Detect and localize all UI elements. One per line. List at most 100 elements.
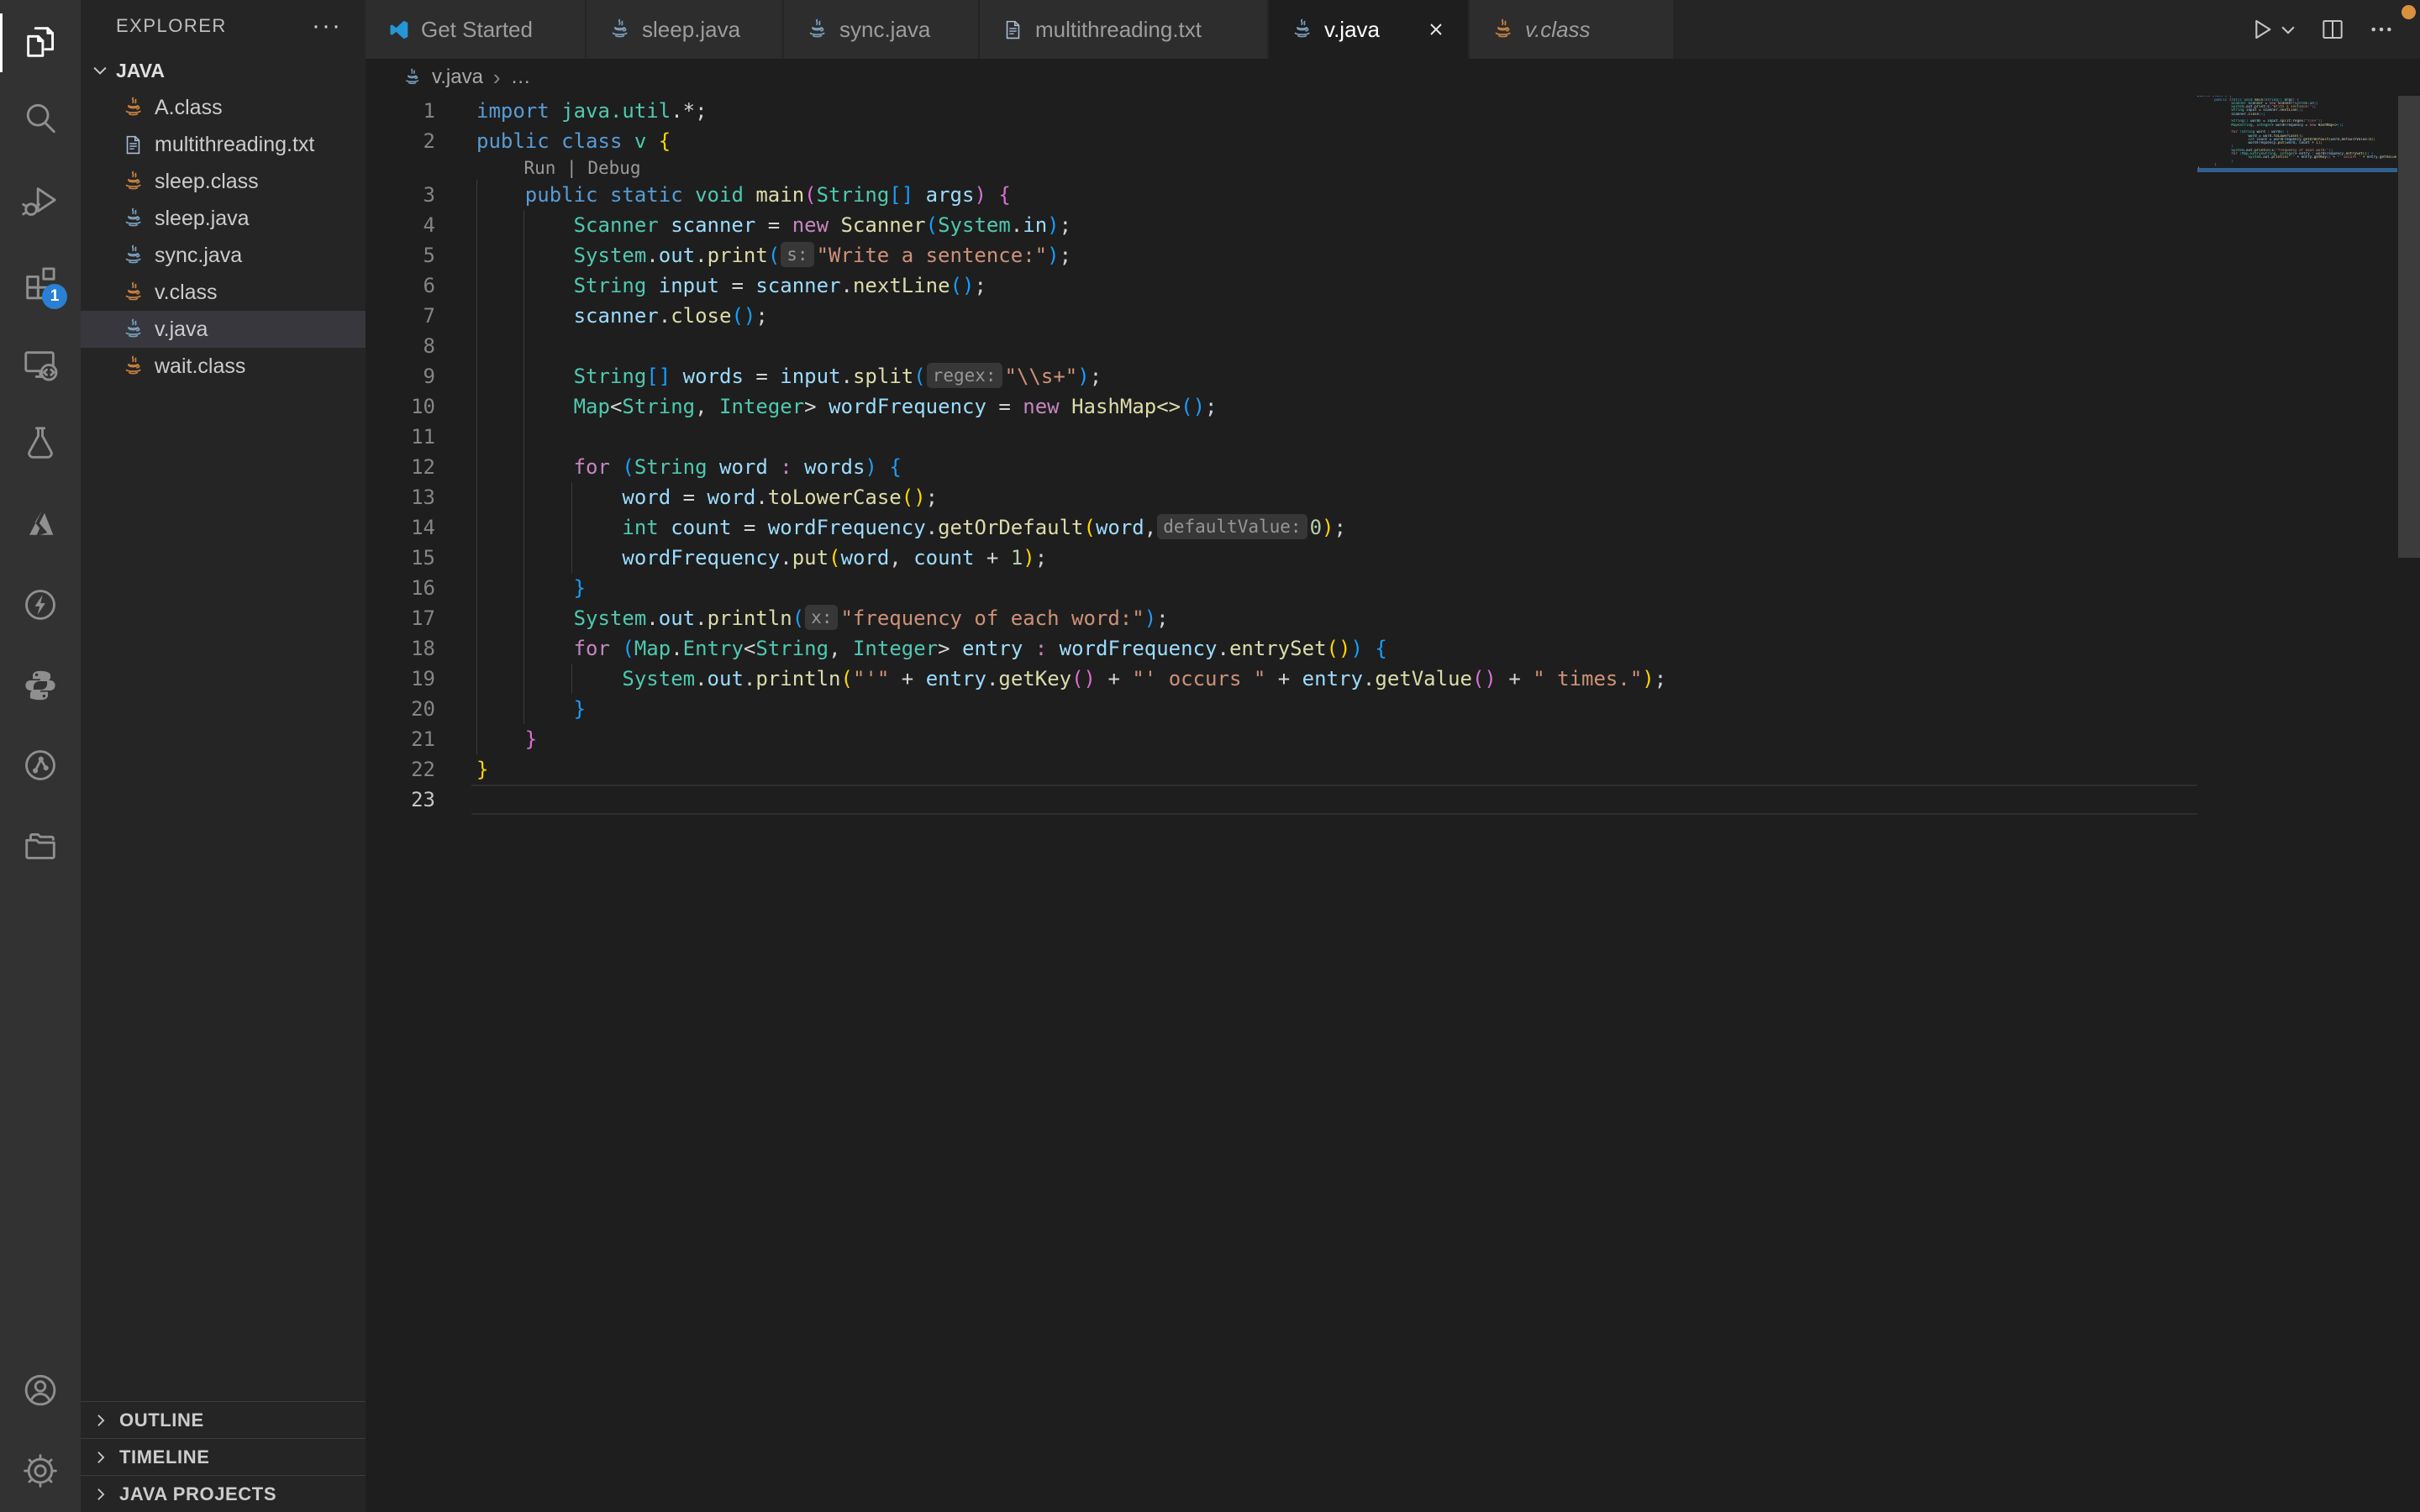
panel-java-projects[interactable]: JAVA PROJECTS	[81, 1475, 366, 1512]
code-line-16[interactable]: }	[366, 573, 2197, 603]
code-editor[interactable]: import java.util.*;1public class v {2 pu…	[366, 96, 2420, 1512]
vscode-logo-icon	[387, 18, 410, 41]
code-line-12[interactable]: for (String word : words) {	[366, 452, 2197, 482]
code-token: (	[926, 213, 938, 237]
code-token: java.util	[561, 99, 671, 123]
code-line-6[interactable]: String input = scanner.nextLine();	[366, 270, 2197, 301]
code-line-15[interactable]: wordFrequency.put(word, count + 1);	[366, 543, 2197, 573]
activity-azure[interactable]	[0, 486, 81, 560]
code-token: System	[574, 244, 647, 267]
code-token: +	[1096, 667, 1132, 690]
code-token: entry	[1302, 667, 1363, 690]
activity-accounts[interactable]	[0, 1353, 81, 1427]
code-line-22[interactable]: }	[366, 754, 2197, 785]
activity-manage[interactable]	[0, 1434, 81, 1508]
code-token: word	[708, 486, 756, 509]
code-token: .	[755, 486, 767, 509]
split-editor-icon[interactable]	[2319, 16, 2346, 43]
activity-explorer[interactable]	[0, 5, 81, 79]
code-token: entrySet	[1229, 637, 1327, 660]
code-line-11[interactable]	[366, 422, 2197, 452]
more-actions-icon[interactable]: ···	[312, 18, 342, 34]
code-line-17[interactable]: System.out.println(x:"frequency of each …	[366, 603, 2197, 633]
activity-testing[interactable]	[0, 406, 81, 480]
code-line-2[interactable]: public class v {	[366, 126, 2197, 156]
code-token: }	[525, 727, 537, 751]
code-line-19[interactable]: System.out.println("'" + entry.getKey() …	[366, 664, 2197, 694]
code-token: +	[1265, 667, 1302, 690]
code-line-20[interactable]: }	[366, 694, 2197, 724]
recording-indicator-dot	[2402, 5, 2416, 19]
codelens-run-debug[interactable]: Run | Debug	[523, 156, 640, 180]
code-token: }	[476, 758, 488, 781]
tab-sleep.java[interactable]: sleep.java	[587, 0, 784, 59]
file-item-sleep.java[interactable]: sleep.java	[81, 200, 366, 237]
file-item-sync.java[interactable]: sync.java	[81, 237, 366, 274]
file-item-multithreading.txt[interactable]: multithreading.txt	[81, 126, 366, 163]
run-java-button[interactable]	[2249, 16, 2297, 43]
activity-remote-explorer[interactable]	[0, 328, 81, 402]
text-file-icon	[122, 134, 145, 156]
tab-multithreading.txt[interactable]: multithreading.txt	[980, 0, 1269, 59]
code-token: =	[744, 516, 768, 539]
code-token: )	[1144, 606, 1156, 630]
panel-outline[interactable]: OUTLINE	[81, 1401, 366, 1438]
editor-scrollbar[interactable]	[2398, 96, 2420, 558]
code-line-10[interactable]: Map<String, Integer> wordFrequency = new…	[366, 391, 2197, 422]
code-token: ()	[1181, 395, 1205, 418]
code-line-4[interactable]: Scanner scanner = new Scanner(System.in)…	[366, 210, 2197, 240]
code-line-1[interactable]: import java.util.*;	[366, 96, 2197, 126]
activity-run-debug[interactable]	[0, 164, 81, 238]
code-token: ;	[1035, 546, 1047, 570]
tab-sync.java[interactable]: sync.java	[784, 0, 980, 59]
code-token: args	[926, 183, 975, 207]
code-line-3[interactable]: public static void main(String[] args) {	[366, 180, 2197, 210]
code-token: ;	[1205, 395, 1217, 418]
line-number: 7	[366, 301, 435, 331]
code-token: ;	[1655, 667, 1666, 690]
line-number: 20	[366, 694, 435, 724]
java-class-icon	[122, 97, 145, 119]
code-line-9[interactable]: String[] words = input.split(regex:"\\s+…	[366, 361, 2197, 391]
line-number: 18	[366, 633, 435, 664]
tab-v.java[interactable]: v.java	[1269, 0, 1470, 59]
code-line-8[interactable]	[366, 331, 2197, 361]
code-token: =	[683, 486, 708, 509]
file-item-A.class[interactable]: A.class	[81, 89, 366, 126]
code-line-7[interactable]: scanner.close();	[366, 301, 2197, 331]
file-item-v.class[interactable]: v.class	[81, 274, 366, 311]
breadcrumb-symbol-more[interactable]: …	[511, 66, 531, 89]
activity-python[interactable]	[0, 648, 81, 722]
code-token: String	[574, 365, 647, 388]
tab-get-started[interactable]: Get Started	[366, 0, 587, 59]
activity-project-manager[interactable]	[0, 809, 81, 883]
code-line-18[interactable]: for (Map.Entry<String, Integer> entry : …	[366, 633, 2197, 664]
indent-guide	[523, 331, 524, 361]
code-token: ;	[695, 99, 707, 123]
activity-search[interactable]	[0, 81, 81, 155]
tab-v.class[interactable]: v.class	[1470, 0, 1675, 59]
file-item-v.java[interactable]: v.java	[81, 311, 366, 348]
line-number: 8	[366, 331, 435, 361]
panel-timeline[interactable]: TIMELINE	[81, 1438, 366, 1475]
code-token: .	[841, 274, 853, 297]
more-actions-icon[interactable]	[2368, 16, 2395, 43]
file-item-label: sleep.java	[155, 207, 250, 231]
minimap[interactable]: import java.util.*;public class v { publ…	[2197, 96, 2397, 309]
code-line-14[interactable]: int count = wordFrequency.getOrDefault(w…	[366, 512, 2197, 543]
code-token: word	[1096, 516, 1144, 539]
code-token: (	[792, 606, 804, 630]
code-token: void	[695, 183, 755, 207]
file-item-sleep.class[interactable]: sleep.class	[81, 163, 366, 200]
code-token: words	[683, 365, 756, 388]
activity-extensions[interactable]: 1	[0, 245, 81, 319]
activity-connection-graph[interactable]	[0, 728, 81, 802]
close-icon[interactable]	[1426, 19, 1446, 39]
breadcrumb-file[interactable]: v.java	[432, 66, 483, 89]
activity-thunder-client[interactable]	[0, 568, 81, 642]
folder-section-java[interactable]: JAVA	[81, 52, 366, 89]
code-line-13[interactable]: word = word.toLowerCase();	[366, 482, 2197, 512]
file-item-wait.class[interactable]: wait.class	[81, 348, 366, 385]
code-line-5[interactable]: System.out.print(s:"Write a sentence:");	[366, 240, 2197, 270]
code-line-21[interactable]: }	[366, 724, 2197, 754]
